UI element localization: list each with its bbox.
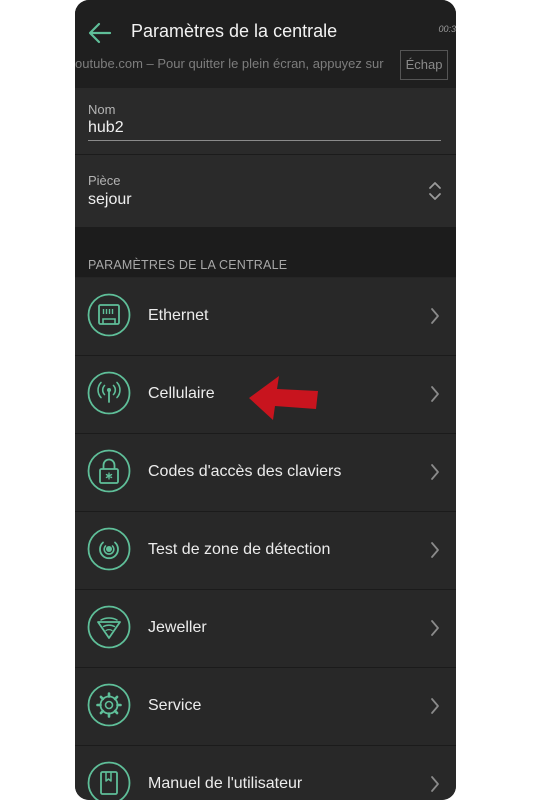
name-label: Nom <box>88 102 116 117</box>
menu-item-label: Test de zone de détection <box>148 541 331 558</box>
chevron-right-icon <box>431 386 439 402</box>
jeweller-icon <box>87 605 131 649</box>
settings-menu: Ethernet Cellulaire Codes d'accès des cl… <box>75 278 456 800</box>
detection-icon <box>87 527 131 571</box>
room-value: sejour <box>88 191 132 208</box>
menu-item-label: Ethernet <box>148 307 209 324</box>
chevron-right-icon <box>431 542 439 558</box>
updown-chevron-icon[interactable] <box>428 181 442 201</box>
annotation-arrow-icon <box>249 376 318 420</box>
page-title: Paramètres de la centrale <box>131 21 338 41</box>
name-underline <box>88 140 441 141</box>
lock-icon <box>87 449 131 493</box>
menu-item-label: Codes d'accès des claviers <box>148 463 342 480</box>
fullscreen-overlay-text: outube.com – Pour quitter le plein écran… <box>75 56 384 71</box>
chevron-right-icon <box>431 776 439 792</box>
menu-item-label: Cellulaire <box>148 385 215 402</box>
video-timestamp: 00:3 <box>438 24 456 34</box>
room-field[interactable]: Pièce sejour <box>75 155 456 227</box>
menu-item-service[interactable]: Service <box>75 668 456 746</box>
chevron-right-icon <box>431 308 439 324</box>
menu-item-jeweller[interactable]: Jeweller <box>75 590 456 668</box>
section-header: PARAMÈTRES DE LA CENTRALE <box>75 227 456 277</box>
menu-item-label: Manuel de l'utilisateur <box>148 775 303 792</box>
escape-key-hint: Échap <box>400 50 448 80</box>
name-field[interactable]: Nom hub2 <box>75 88 456 155</box>
gear-icon <box>87 683 131 727</box>
menu-item-user-manual[interactable]: Manuel de l'utilisateur <box>75 746 456 800</box>
back-arrow-icon[interactable] <box>87 20 113 46</box>
book-icon <box>87 761 131 800</box>
menu-item-label: Jeweller <box>148 619 207 636</box>
chevron-right-icon <box>431 464 439 480</box>
ethernet-icon <box>87 293 131 337</box>
app-header: Paramètres de la centrale 00:3 outube.co… <box>75 0 456 88</box>
antenna-icon <box>87 371 131 415</box>
chevron-right-icon <box>431 698 439 714</box>
menu-item-keypad-codes[interactable]: Codes d'accès des claviers <box>75 434 456 512</box>
room-label: Pièce <box>88 173 121 188</box>
chevron-right-icon <box>431 620 439 636</box>
menu-item-detection-zone-test[interactable]: Test de zone de détection <box>75 512 456 590</box>
menu-item-ethernet[interactable]: Ethernet <box>75 278 456 356</box>
name-value[interactable]: hub2 <box>88 119 124 137</box>
section-title: PARAMÈTRES DE LA CENTRALE <box>88 258 288 272</box>
menu-item-label: Service <box>148 697 202 714</box>
